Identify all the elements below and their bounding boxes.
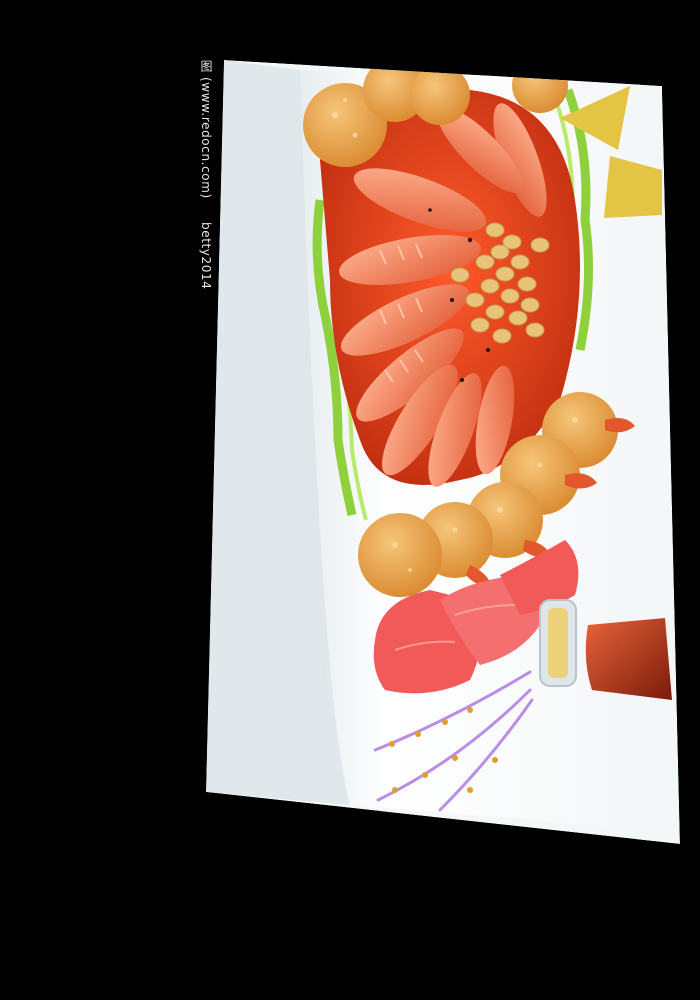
watermark: 图 (www.redocn.com) betty2014 <box>198 60 215 289</box>
watermark-author: betty2014 <box>199 221 213 290</box>
watermark-glyph: 图 <box>199 60 213 73</box>
food-photo <box>206 60 680 844</box>
watermark-url: (www.redocn.com) <box>199 77 213 199</box>
